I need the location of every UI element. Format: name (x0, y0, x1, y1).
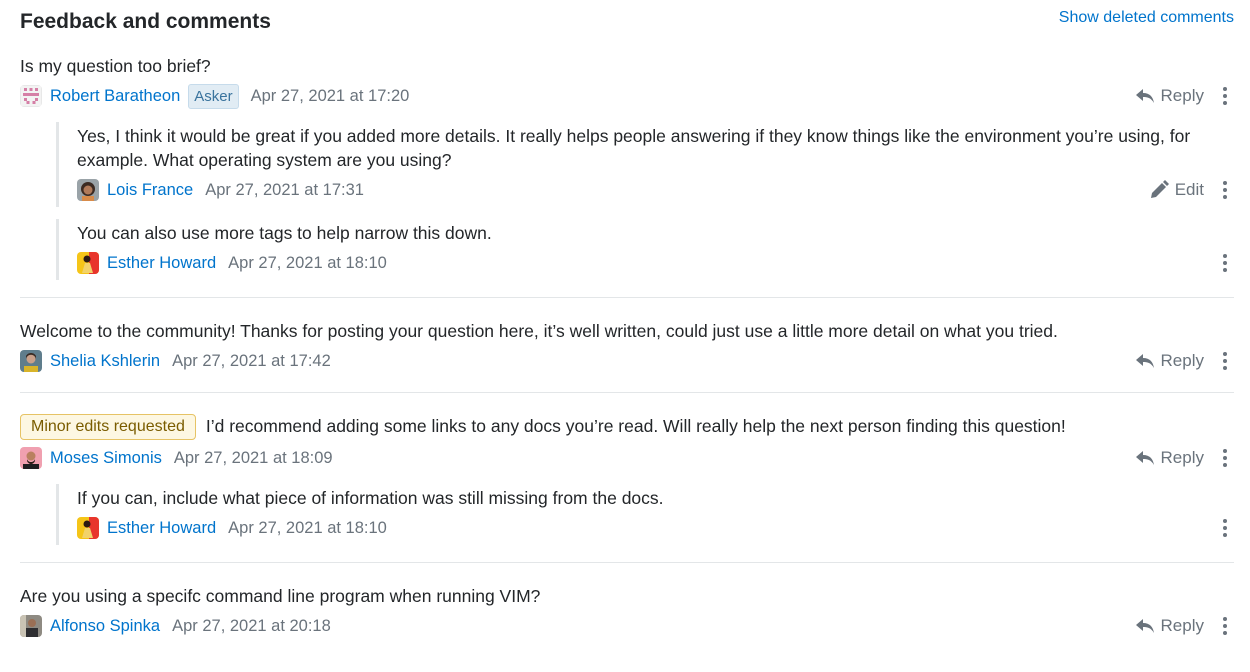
reply-icon (1135, 619, 1154, 634)
timestamp: Apr 27, 2021 at 18:10 (228, 518, 387, 537)
comment: Are you using a specifc command line pro… (20, 584, 1234, 641)
comment-body: Minor edits requested I’d recommend addin… (20, 414, 1234, 441)
avatar[interactable] (77, 179, 99, 201)
author-link[interactable]: Shelia Kshlerin (50, 352, 160, 371)
reply-icon (1135, 89, 1154, 103)
avatar[interactable] (77, 517, 99, 540)
pencil-icon (1150, 180, 1169, 198)
show-deleted-comments-link[interactable]: Show deleted comments (1059, 9, 1234, 27)
timestamp: Apr 27, 2021 at 20:18 (172, 616, 331, 635)
reply-button[interactable]: Reply (1135, 448, 1204, 468)
comment-actions: Edit (1149, 175, 1234, 205)
more-options-icon[interactable] (1216, 611, 1234, 641)
comment-actions: Reply (1135, 443, 1234, 473)
comments-header: Feedback and comments Show deleted comme… (20, 0, 1234, 48)
comment-meta: Esther Howard Apr 27, 2021 at 18:10 (77, 513, 1234, 543)
comment-meta: Esther Howard Apr 27, 2021 at 18:10 (77, 248, 1234, 278)
comment: Minor edits requested I’d recommend addin… (20, 414, 1234, 546)
comment-actions (1216, 248, 1234, 278)
avatar[interactable] (20, 447, 42, 470)
timestamp: Apr 27, 2021 at 18:09 (173, 448, 333, 467)
page-title: Feedback and comments (20, 10, 271, 33)
divider (20, 562, 1234, 564)
avatar[interactable] (77, 252, 99, 274)
timestamp: Apr 27, 2021 at 17:20 (250, 86, 410, 105)
comment-actions: Reply (1135, 346, 1234, 376)
timestamp: Apr 27, 2021 at 18:10 (228, 253, 387, 272)
timestamp: Apr 27, 2021 at 17:31 (205, 180, 364, 199)
comment-meta: Moses Simonis Apr 27, 2021 at 18:09 Repl… (20, 443, 1234, 473)
comment-body: Welcome to the community! Thanks for pos… (20, 321, 1058, 341)
comment-actions (1216, 513, 1234, 543)
comment-body: If you can, include what piece of inform… (77, 488, 664, 509)
author-link[interactable]: Robert Baratheon (50, 87, 180, 106)
comment: Is my question too brief? Robert Barathe… (20, 54, 1234, 280)
reply-button[interactable]: Reply (1135, 86, 1204, 106)
avatar[interactable] (20, 350, 42, 372)
author-link[interactable]: Esther Howard (107, 254, 216, 273)
divider (20, 392, 1234, 393)
reply-label: Reply (1160, 448, 1204, 468)
reply-comment: Yes, I think it would be great if you ad… (56, 122, 1234, 207)
reply-button[interactable]: Reply (1135, 616, 1204, 636)
more-options-icon[interactable] (1216, 81, 1234, 111)
comment-actions: Reply (1135, 81, 1234, 111)
comment-meta: Robert Baratheon Asker Apr 27, 2021 at 1… (20, 81, 1234, 111)
author-link[interactable]: Moses Simonis (50, 449, 162, 468)
asker-badge: Asker (188, 83, 239, 109)
more-options-icon[interactable] (1216, 513, 1234, 543)
avatar[interactable] (20, 615, 42, 638)
reply-label: Reply (1160, 351, 1204, 370)
comment-body: Is my question too brief? (20, 56, 211, 76)
reply-icon (1135, 451, 1154, 466)
comment-body: Yes, I think it would be great if you ad… (77, 126, 1191, 170)
comment-meta: Lois France Apr 27, 2021 at 17:31 Edit (77, 175, 1234, 205)
reply-label: Reply (1160, 616, 1204, 636)
more-options-icon[interactable] (1216, 248, 1234, 278)
reply-comment: You can also use more tags to help narro… (56, 219, 1234, 280)
edit-label: Edit (1174, 180, 1204, 199)
more-options-icon[interactable] (1216, 346, 1234, 376)
comment-body: Are you using a specifc command line pro… (20, 586, 541, 607)
comment-actions: Reply (1135, 611, 1234, 641)
author-link[interactable]: Alfonso Spinka (50, 617, 160, 636)
author-link[interactable]: Esther Howard (107, 519, 216, 538)
more-options-icon[interactable] (1216, 443, 1234, 473)
timestamp: Apr 27, 2021 at 17:42 (172, 351, 331, 370)
reply-comment: If you can, include what piece of inform… (56, 484, 1234, 546)
author-link[interactable]: Lois France (107, 181, 193, 200)
avatar[interactable] (20, 85, 42, 107)
reply-icon (1135, 354, 1154, 368)
more-options-icon[interactable] (1216, 175, 1234, 205)
comment: Welcome to the community! Thanks for pos… (20, 319, 1234, 376)
comment-body: You can also use more tags to help narro… (77, 223, 492, 243)
comment-meta: Alfonso Spinka Apr 27, 2021 at 20:18 Rep… (20, 611, 1234, 641)
comment-meta: Shelia Kshlerin Apr 27, 2021 at 17:42 Re… (20, 346, 1234, 376)
divider (20, 297, 1234, 298)
minor-edits-badge: Minor edits requested (20, 414, 196, 441)
comment-text: I’d recommend adding some links to any d… (205, 416, 1066, 436)
reply-label: Reply (1160, 86, 1204, 105)
edit-button[interactable]: Edit (1149, 180, 1204, 200)
reply-button[interactable]: Reply (1135, 351, 1204, 371)
comments-panel: Feedback and comments Show deleted comme… (0, 0, 1250, 672)
